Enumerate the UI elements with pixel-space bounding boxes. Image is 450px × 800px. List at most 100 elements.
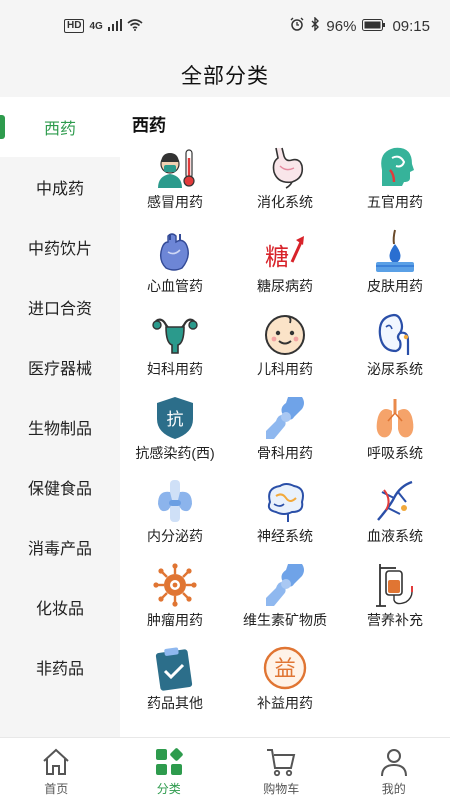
category-item-anti-infection[interactable]: 抗 抗感染药(西): [120, 395, 230, 479]
category-item-pediatrics[interactable]: 儿科用药: [230, 311, 340, 395]
sidebar-item-label: 中成药: [35, 181, 84, 198]
category-grid-icon: [152, 745, 186, 779]
category-item-cardiovascular[interactable]: 心血管药: [120, 228, 230, 312]
category-label: 消化系统: [257, 194, 313, 210]
category-label: 心血管药: [147, 277, 203, 294]
tab-category[interactable]: 分类: [113, 738, 226, 800]
clipboard-check-icon: [152, 645, 198, 691]
status-right: 96% 09:15: [290, 16, 430, 35]
iv-drip-icon: [372, 562, 418, 608]
tab-label: 分类: [156, 782, 181, 796]
category-label: 五官用药: [367, 194, 423, 210]
brain-icon: [262, 478, 308, 524]
sidebar-item-non-drug[interactable]: 非药品: [0, 637, 120, 697]
anti-glyph: 抗: [167, 410, 184, 430]
network-type-badge: HD: [64, 19, 85, 33]
category-item-skin[interactable]: 皮肤用药: [340, 228, 450, 312]
heart-icon: [152, 228, 198, 274]
category-item-gynecology[interactable]: 妇科用药: [120, 311, 230, 395]
stomach-icon: [262, 144, 308, 190]
category-label: 抗感染药(西): [135, 444, 215, 461]
clock-time: 09:15: [392, 17, 430, 35]
section-title: 西药: [132, 116, 166, 135]
status-left: HD 4G: [64, 18, 143, 35]
battery-icon: [362, 18, 386, 35]
sidebar-item-medical-devices[interactable]: 医疗器械: [0, 337, 120, 397]
sidebar-item-label: 化妆品: [35, 601, 84, 618]
kidney-icon: [372, 311, 418, 357]
category-label: 骨科用药: [257, 444, 313, 461]
bone-joint-icon-2: [262, 562, 308, 608]
cold-medicine-icon: [152, 144, 198, 190]
category-label: 感冒用药: [147, 194, 203, 210]
category-label: 泌尿系统: [367, 361, 423, 377]
page-title: 全部分类: [181, 64, 269, 88]
tab-profile[interactable]: 我的: [338, 738, 450, 800]
tab-cart[interactable]: 购物车: [225, 738, 338, 800]
category-item-urinary[interactable]: 泌尿系统: [340, 311, 450, 395]
category-item-other-drugs[interactable]: 药品其他: [120, 645, 230, 729]
page-header: 全部分类: [0, 52, 450, 97]
category-content: 西药 感冒用药 消化系统 五官用药 心血管药 糖 糖尿病药 皮肤用药 妇科用药 …: [120, 97, 450, 737]
tab-home[interactable]: 首页: [0, 738, 113, 800]
alarm-icon: [290, 17, 304, 35]
category-item-respiratory[interactable]: 呼吸系统: [340, 395, 450, 479]
tab-label: 首页: [44, 782, 69, 796]
sidebar-item-label: 消毒产品: [27, 541, 92, 558]
tonic-glyph: 益: [274, 656, 296, 681]
tonic-seal-icon: 益: [262, 645, 308, 691]
category-item-ent[interactable]: 五官用药: [340, 144, 450, 228]
category-label: 妇科用药: [147, 361, 203, 377]
category-grid: 感冒用药 消化系统 五官用药 心血管药 糖 糖尿病药 皮肤用药 妇科用药 儿科用…: [120, 144, 450, 729]
category-item-cold[interactable]: 感冒用药: [120, 144, 230, 228]
category-label: 肿瘤用药: [147, 611, 203, 628]
bluetooth-icon: [310, 16, 320, 35]
sidebar-item-label: 保健食品: [27, 481, 92, 498]
category-label: 内分泌药: [147, 528, 203, 544]
category-item-orthopedics[interactable]: 骨科用药: [230, 395, 340, 479]
thyroid-icon: [152, 478, 198, 524]
ent-head-icon: [372, 144, 418, 190]
category-label: 血液系统: [367, 528, 423, 544]
sidebar-item-label: 非药品: [35, 661, 84, 678]
category-item-oncology[interactable]: 肿瘤用药: [120, 562, 230, 646]
skin-icon: [372, 228, 418, 274]
cart-icon: [264, 745, 298, 779]
category-item-diabetes[interactable]: 糖 糖尿病药: [230, 228, 340, 312]
sidebar-item-label: 西药: [43, 121, 76, 138]
sidebar-item-label: 生物制品: [27, 421, 92, 438]
status-bar: HD 4G 96% 09:15: [0, 0, 450, 52]
category-label: 儿科用药: [257, 361, 313, 377]
category-item-endocrine[interactable]: 内分泌药: [120, 478, 230, 562]
signal-icon: [107, 18, 122, 35]
category-label: 神经系统: [257, 528, 313, 544]
sidebar-item-cosmetics[interactable]: 化妆品: [0, 577, 120, 637]
category-label: 营养补充: [367, 611, 423, 628]
wifi-icon: [127, 18, 143, 35]
diabetes-glyph: 糖: [265, 244, 289, 271]
lungs-icon: [372, 395, 418, 441]
category-label: 药品其他: [147, 695, 203, 711]
category-item-nutrition[interactable]: 营养补充: [340, 562, 450, 646]
sidebar-item-imported[interactable]: 进口合资: [0, 277, 120, 337]
sidebar-item-label: 进口合资: [27, 301, 92, 318]
home-icon: [39, 745, 73, 779]
category-label: 糖尿病药: [257, 277, 313, 294]
category-item-vitamins[interactable]: 维生素矿物质: [230, 562, 340, 646]
sidebar-item-western-medicine[interactable]: 西药: [0, 97, 120, 157]
sidebar-item-label: 中药饮片: [27, 241, 92, 258]
network-generation: 4G: [89, 20, 103, 32]
sidebar-item-chinese-patent-medicine[interactable]: 中成药: [0, 157, 120, 217]
battery-percent: 96%: [326, 17, 357, 35]
sidebar-item-biological-products[interactable]: 生物制品: [0, 397, 120, 457]
user-icon: [377, 745, 411, 779]
sidebar-item-health-food[interactable]: 保健食品: [0, 457, 120, 517]
category-item-digestive[interactable]: 消化系统: [230, 144, 340, 228]
category-item-nervous[interactable]: 神经系统: [230, 478, 340, 562]
category-label: 皮肤用药: [367, 277, 423, 294]
sidebar-item-disinfection[interactable]: 消毒产品: [0, 517, 120, 577]
category-item-tonic[interactable]: 益 补益用药: [230, 645, 340, 729]
sidebar-item-herbal-pieces[interactable]: 中药饮片: [0, 217, 120, 277]
baby-face-icon: [262, 311, 308, 357]
category-item-blood[interactable]: 血液系统: [340, 478, 450, 562]
